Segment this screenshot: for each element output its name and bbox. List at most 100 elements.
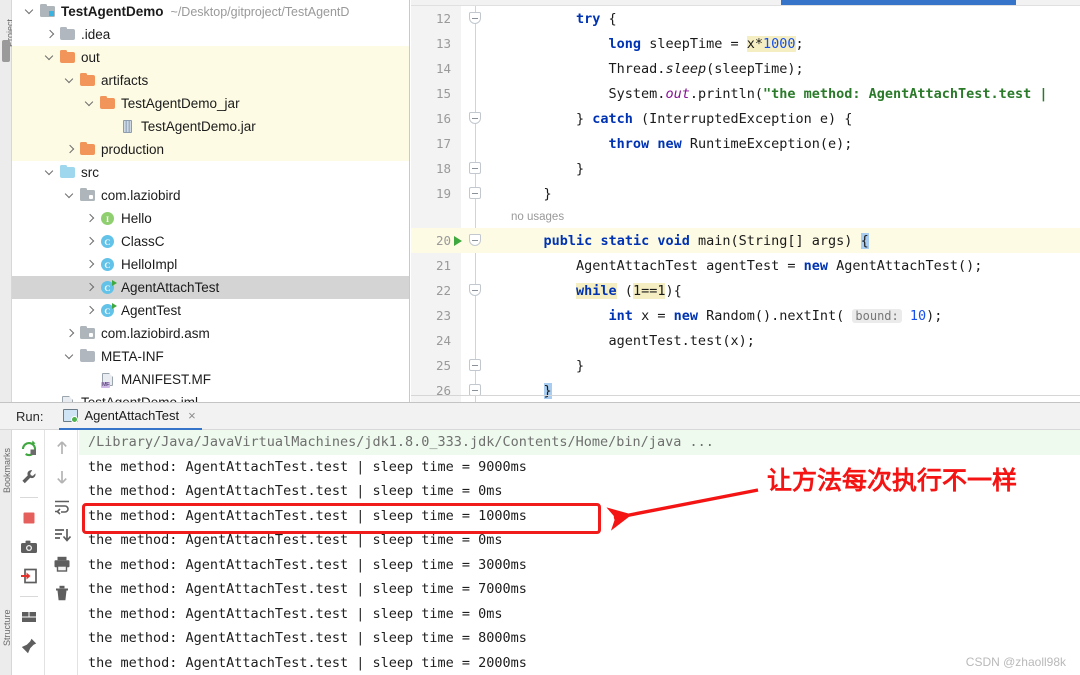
close-icon[interactable]: × bbox=[188, 408, 196, 423]
chevron-down-icon[interactable] bbox=[64, 74, 77, 87]
tree-item-testagentdemo-iml[interactable]: TestAgentDemo.iml bbox=[12, 391, 409, 402]
run-tab-agentattachtest[interactable]: AgentAttachTest × bbox=[59, 403, 202, 430]
code-line-17[interactable]: 17 throw new RuntimeException(e); bbox=[411, 131, 1080, 156]
code-fold-toggle[interactable] bbox=[469, 234, 481, 246]
code-fold-toggle[interactable] bbox=[469, 162, 481, 174]
project-tree[interactable]: TestAgentDemo ~/Desktop/gitproject/TestAg… bbox=[12, 0, 410, 402]
code-line-16[interactable]: 16 } catch (InterruptedException e) { bbox=[411, 106, 1080, 131]
run-toolbar-secondary[interactable] bbox=[46, 430, 78, 675]
chevron-right-icon[interactable] bbox=[84, 258, 97, 271]
chevron-right-icon[interactable] bbox=[84, 212, 97, 225]
stop-button[interactable] bbox=[19, 508, 39, 528]
code-line-21[interactable]: 21 AgentAttachTest agentTest = new Agent… bbox=[411, 253, 1080, 278]
rerun-button[interactable] bbox=[19, 438, 39, 458]
chevron-right-icon[interactable] bbox=[84, 281, 97, 294]
code-fold-toggle[interactable] bbox=[469, 284, 481, 296]
tree-item-agenttest[interactable]: C AgentTest bbox=[12, 299, 409, 322]
code-line-19[interactable]: 19 } bbox=[411, 181, 1080, 206]
line-number: 19 bbox=[435, 186, 451, 201]
layout-button[interactable] bbox=[19, 607, 39, 627]
chevron-right-icon[interactable] bbox=[64, 327, 77, 340]
settings-wrench-button[interactable] bbox=[19, 467, 39, 487]
folder-gray-icon bbox=[59, 26, 76, 42]
tree-item-testagentdemo[interactable]: TestAgentDemo ~/Desktop/gitproject/TestAg… bbox=[12, 0, 409, 23]
bottom-strip-label-bookmarks[interactable]: Bookmarks bbox=[2, 441, 12, 493]
tree-item-testagentdemo-jar[interactable]: TestAgentDemo.jar bbox=[12, 115, 409, 138]
code-fold-toggle[interactable] bbox=[469, 112, 481, 124]
code-line-26[interactable]: 26 } bbox=[411, 378, 1080, 403]
left-tool-strip[interactable]: Project bbox=[0, 0, 15, 402]
code-line-25[interactable]: 25 } bbox=[411, 353, 1080, 378]
tree-item-label: .idea bbox=[81, 26, 111, 42]
code-token: new bbox=[803, 257, 828, 274]
code-text: } bbox=[511, 358, 584, 374]
tree-item-com-laziobird-asm[interactable]: com.laziobird.asm bbox=[12, 322, 409, 345]
tree-item-com-laziobird[interactable]: com.laziobird bbox=[12, 184, 409, 207]
chevron-right-icon[interactable] bbox=[84, 235, 97, 248]
bottom-tool-strip[interactable]: Bookmarks Structure bbox=[0, 430, 12, 675]
package-icon bbox=[79, 325, 96, 341]
code-token: ; bbox=[795, 35, 804, 52]
code-editor[interactable]: 12 try {13 long sleepTime = x*1000; 14 Th… bbox=[411, 0, 1080, 402]
tree-item-manifest-mf[interactable]: MF MANIFEST.MF bbox=[12, 368, 409, 391]
code-line-20[interactable]: 20 public static void main(String[] args… bbox=[411, 228, 1080, 253]
code-line-18[interactable]: 18 } bbox=[411, 156, 1080, 181]
tree-item-label: artifacts bbox=[101, 72, 149, 88]
code-line-12[interactable]: 12 try { bbox=[411, 6, 1080, 31]
chevron-down-icon[interactable] bbox=[24, 5, 37, 18]
trash-button[interactable] bbox=[52, 583, 72, 603]
tree-item-testagentdemo-jar[interactable]: TestAgentDemo_jar bbox=[12, 92, 409, 115]
tree-item--idea[interactable]: .idea bbox=[12, 23, 409, 46]
chevron-right-icon[interactable] bbox=[44, 28, 57, 41]
code-line-13[interactable]: 13 long sleepTime = x*1000; bbox=[411, 31, 1080, 56]
package-icon bbox=[79, 187, 96, 203]
code-token: AgentAttachTest agentTest = bbox=[511, 257, 804, 274]
tree-item-out[interactable]: out bbox=[12, 46, 409, 69]
code-fold-toggle[interactable] bbox=[469, 12, 481, 24]
code-token: ){ bbox=[665, 282, 682, 299]
line-number: 16 bbox=[435, 111, 451, 126]
code-token: { bbox=[860, 232, 869, 249]
tree-item-meta-inf[interactable]: META-INF bbox=[12, 345, 409, 368]
soft-wrap-button[interactable] bbox=[52, 496, 72, 516]
code-line-24[interactable]: 24 agentTest.test(x); bbox=[411, 328, 1080, 353]
code-line-14[interactable]: 14 Thread.sleep(sleepTime); bbox=[411, 56, 1080, 81]
chevron-right-icon[interactable] bbox=[64, 143, 77, 156]
tree-item-production[interactable]: production bbox=[12, 138, 409, 161]
tree-item-agentattachtest[interactable]: C AgentAttachTest bbox=[12, 276, 409, 299]
chevron-down-icon[interactable] bbox=[44, 166, 57, 179]
export-button[interactable] bbox=[19, 566, 39, 586]
run-gutter-icon[interactable] bbox=[454, 236, 462, 246]
tree-item-hello[interactable]: I Hello bbox=[12, 207, 409, 230]
up-arrow-button[interactable] bbox=[52, 438, 72, 458]
chevron-down-icon[interactable] bbox=[64, 189, 77, 202]
scroll-to-end-button[interactable] bbox=[52, 525, 72, 545]
chevron-down-icon[interactable] bbox=[84, 97, 97, 110]
code-text: public static void main(String[] args) { bbox=[511, 232, 869, 249]
camera-button[interactable] bbox=[19, 537, 39, 557]
tree-item-classc[interactable]: C ClassC bbox=[12, 230, 409, 253]
tree-item-label: com.laziobird.asm bbox=[101, 325, 210, 341]
code-fold-toggle[interactable] bbox=[469, 359, 481, 371]
console-output-line: the method: AgentAttachTest.test | sleep… bbox=[88, 556, 527, 573]
chevron-down-icon[interactable] bbox=[44, 51, 57, 64]
code-line-15[interactable]: 15 System.out.println("the method: Agent… bbox=[411, 81, 1080, 106]
run-toolbar-primary[interactable] bbox=[13, 430, 45, 675]
tree-item-artifacts[interactable]: artifacts bbox=[12, 69, 409, 92]
code-line-22[interactable]: 22 while (1==1){ bbox=[411, 278, 1080, 303]
code-fold-toggle[interactable] bbox=[469, 187, 481, 199]
pin-button[interactable] bbox=[19, 636, 39, 656]
code-token: } bbox=[511, 357, 585, 374]
tree-item-src[interactable]: src bbox=[12, 161, 409, 184]
code-line-23[interactable]: 23 int x = new Random().nextInt( bound: … bbox=[411, 303, 1080, 328]
chevron-down-icon[interactable] bbox=[64, 350, 77, 363]
active-tab-indicator bbox=[781, 0, 1016, 5]
tree-item-helloimpl[interactable]: C HelloImpl bbox=[12, 253, 409, 276]
chevron-right-icon[interactable] bbox=[84, 304, 97, 317]
code-area[interactable]: 12 try {13 long sleepTime = x*1000; 14 Th… bbox=[411, 6, 1080, 402]
code-text: System.out.println("the method: AgentAtt… bbox=[511, 86, 1048, 102]
down-arrow-button[interactable] bbox=[52, 467, 72, 487]
bottom-strip-label-structure[interactable]: Structure bbox=[2, 594, 12, 646]
print-button[interactable] bbox=[52, 554, 72, 574]
